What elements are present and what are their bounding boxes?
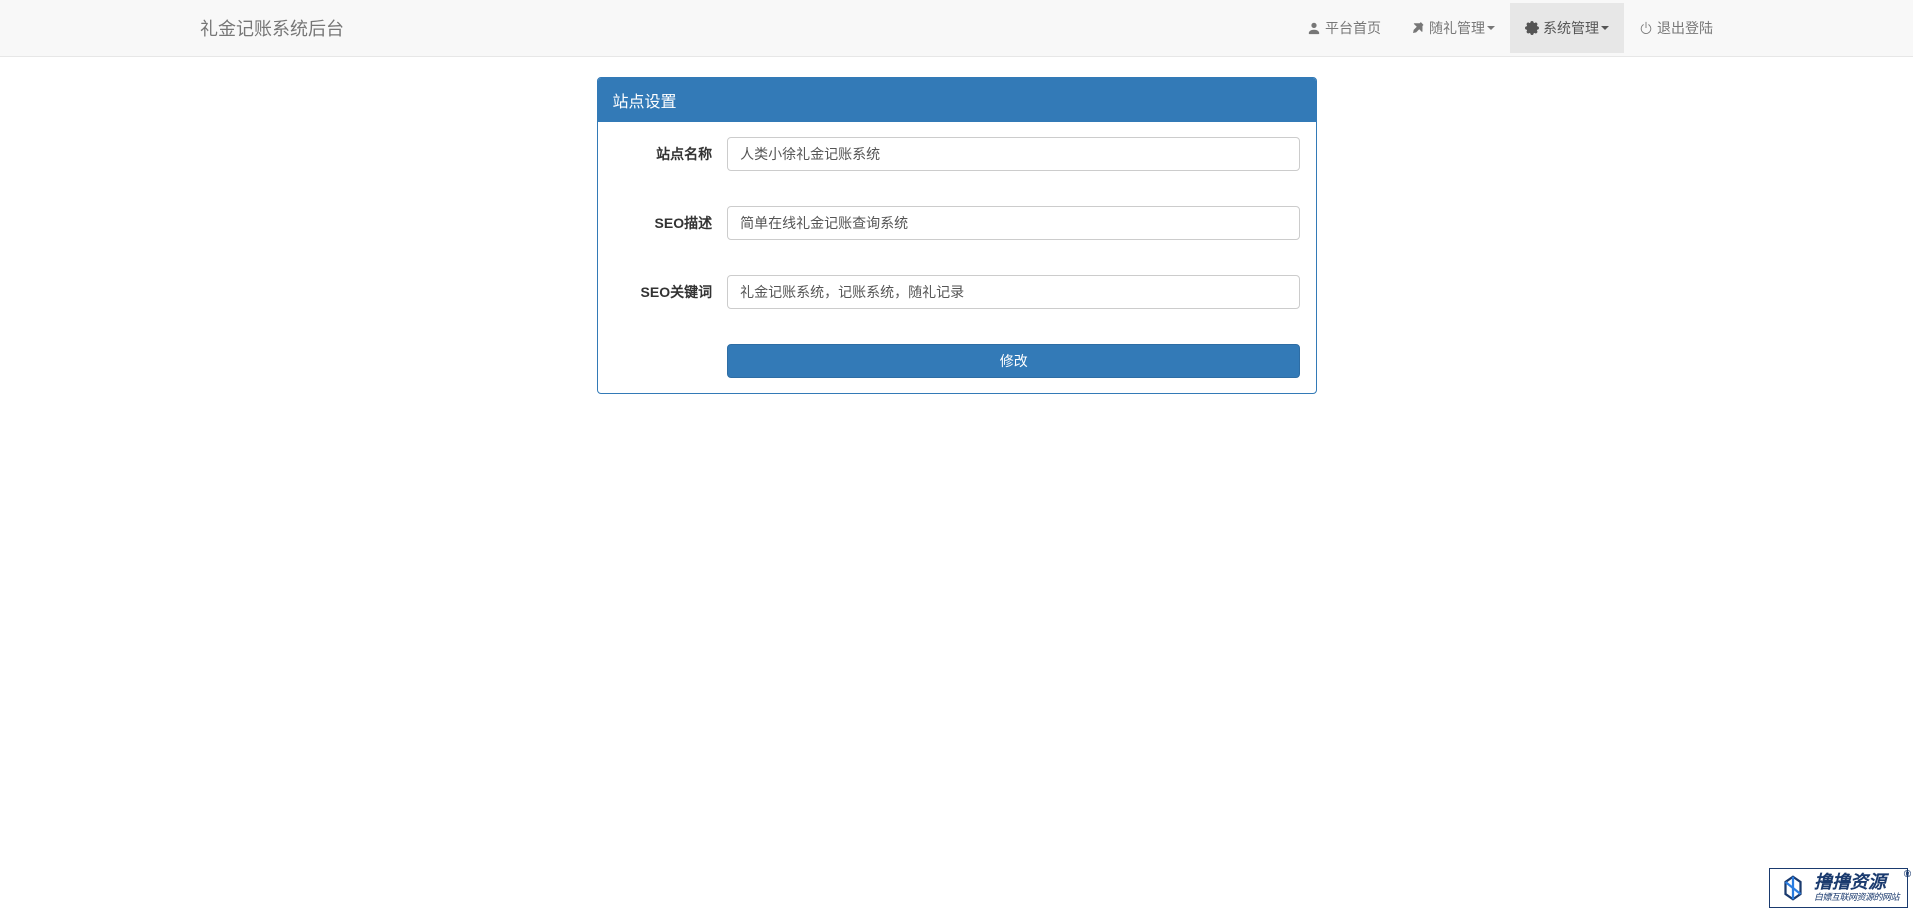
navbar-brand[interactable]: 礼金记账系统后台 bbox=[185, 0, 359, 56]
form-group-sitename: 站点名称 bbox=[613, 137, 1301, 171]
label-sitename: 站点名称 bbox=[613, 144, 728, 164]
caret-down-icon bbox=[1487, 26, 1495, 30]
label-seodesc: SEO描述 bbox=[613, 213, 728, 233]
pushpin-icon bbox=[1411, 21, 1425, 35]
navbar: 礼金记账系统后台 平台首页 随礼管理 bbox=[0, 0, 1913, 57]
panel-body: 站点名称 SEO描述 SEO关键词 bbox=[598, 122, 1316, 393]
navbar-nav: 平台首页 随礼管理 系统管理 bbox=[1292, 3, 1728, 53]
watermark-trademark: ® bbox=[1904, 869, 1911, 880]
power-icon bbox=[1639, 21, 1653, 35]
nav-system-mgmt[interactable]: 系统管理 bbox=[1510, 3, 1624, 53]
nav-logout-label: 退出登陆 bbox=[1657, 18, 1713, 38]
gear-icon bbox=[1525, 21, 1539, 35]
nav-system-mgmt-label: 系统管理 bbox=[1543, 18, 1599, 38]
panel-title: 站点设置 bbox=[598, 78, 1316, 122]
nav-gift-mgmt[interactable]: 随礼管理 bbox=[1396, 3, 1510, 53]
settings-form: 站点名称 SEO描述 SEO关键词 bbox=[613, 137, 1301, 378]
caret-down-icon bbox=[1601, 26, 1609, 30]
form-group-seodesc: SEO描述 bbox=[613, 206, 1301, 240]
watermark: 撸撸资源® 白嫖互联网资源的网站 bbox=[1769, 868, 1908, 908]
settings-panel: 站点设置 站点名称 SEO描述 SEO关键词 bbox=[597, 77, 1317, 394]
nav-home[interactable]: 平台首页 bbox=[1292, 3, 1396, 53]
watermark-logo-icon bbox=[1778, 873, 1808, 903]
watermark-main-text: 撸撸资源® bbox=[1814, 873, 1899, 893]
nav-gift-mgmt-label: 随礼管理 bbox=[1429, 18, 1485, 38]
submit-button[interactable]: 修改 bbox=[727, 344, 1300, 378]
main-container: 站点设置 站点名称 SEO描述 SEO关键词 bbox=[582, 77, 1332, 394]
input-sitename[interactable] bbox=[727, 137, 1300, 171]
watermark-sub-text: 白嫖互联网资源的网站 bbox=[1814, 893, 1899, 903]
nav-logout[interactable]: 退出登陆 bbox=[1624, 3, 1728, 53]
submit-row: 修改 bbox=[613, 344, 1301, 378]
nav-home-label: 平台首页 bbox=[1325, 18, 1381, 38]
user-icon bbox=[1307, 21, 1321, 35]
input-seodesc[interactable] bbox=[727, 206, 1300, 240]
input-seokeywords[interactable] bbox=[727, 275, 1300, 309]
label-seokeywords: SEO关键词 bbox=[613, 282, 728, 302]
form-group-seokeywords: SEO关键词 bbox=[613, 275, 1301, 309]
